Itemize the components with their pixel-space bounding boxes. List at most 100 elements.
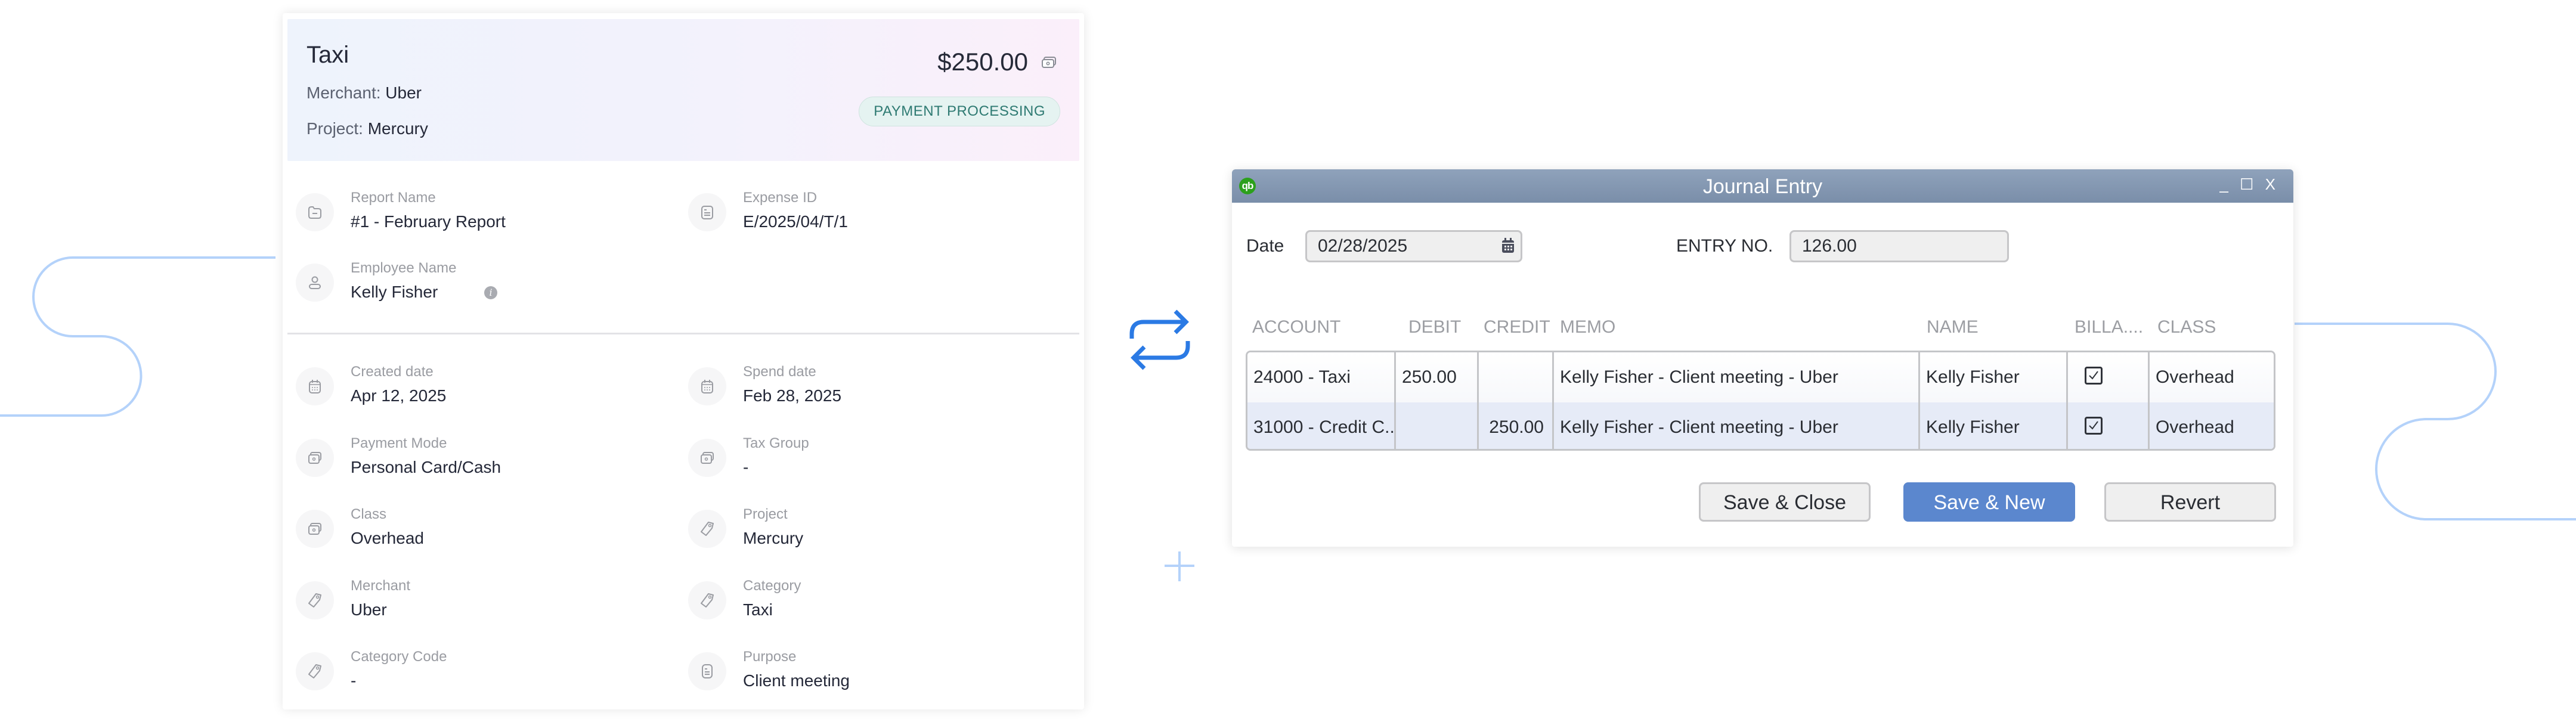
expense-detail-card: Taxi Merchant: Uber Project: Mercury $25… <box>283 13 1084 709</box>
column-header-credit: CREDIT <box>1484 317 1550 337</box>
field-label: Payment Mode <box>351 435 447 451</box>
cell-class[interactable]: Overhead <box>2150 352 2274 402</box>
window-controls: _ ☐ X <box>2219 175 2279 194</box>
maximize-button[interactable]: ☐ <box>2240 175 2257 193</box>
expense-title: Taxi <box>306 42 349 68</box>
right-decorative-curve <box>2295 323 2576 520</box>
checkmark-icon <box>2089 371 2098 380</box>
project-value: Mercury <box>367 119 428 138</box>
status-badge: PAYMENT PROCESSING <box>859 97 1060 126</box>
field-value: - <box>351 671 357 690</box>
field-label: Project <box>743 506 788 522</box>
table-row[interactable]: 24000 - Taxi 250.00 Kelly Fisher - Client … <box>1247 352 2274 402</box>
user-icon <box>309 276 321 289</box>
field-label: Merchant <box>351 577 411 594</box>
calendar-icon <box>309 380 321 393</box>
cell-credit[interactable] <box>1479 352 1552 402</box>
table-row[interactable]: 31000 - Credit C.. 250.00 Kelly Fisher - C… <box>1247 402 2274 449</box>
plus-decoration-icon <box>1165 551 1194 581</box>
field-class: Class Overhead <box>296 506 654 566</box>
wallet-icon <box>701 451 714 464</box>
date-label: Date <box>1246 236 1284 256</box>
field-purpose: Purpose Client meeting <box>688 649 1046 708</box>
field-value: Feb 28, 2025 <box>743 386 842 405</box>
billable-checkbox[interactable] <box>2085 367 2103 385</box>
cell-name[interactable]: Kelly Fisher <box>1920 402 2066 449</box>
cell-credit[interactable]: 250.00 <box>1479 402 1552 449</box>
column-header-billable: BILLA.... <box>2075 317 2144 337</box>
cash-icon <box>1042 57 1056 68</box>
field-created-date: Created date Apr 12, 2025 <box>296 364 654 423</box>
field-value: - <box>743 457 749 476</box>
field-value: Personal Card/Cash <box>351 457 501 476</box>
save-close-button[interactable]: Save & Close <box>1699 482 1871 522</box>
field-category-code: Category Code - <box>296 649 654 708</box>
wallet-icon <box>308 451 321 464</box>
wallet-icon <box>308 523 321 535</box>
entry-no-input[interactable]: 126.00 <box>1789 230 2009 262</box>
cell-account[interactable]: 31000 - Credit C.. <box>1247 402 1394 449</box>
cell-class[interactable]: Overhead <box>2150 402 2274 449</box>
sync-arrows-icon <box>1129 309 1190 370</box>
field-value: Client meeting <box>743 671 850 690</box>
section-divider <box>287 333 1079 334</box>
field-employee-name: Employee Name Kelly Fisher i <box>296 260 654 320</box>
cell-account[interactable]: 24000 - Taxi <box>1247 352 1394 402</box>
billable-checkbox[interactable] <box>2085 417 2103 435</box>
field-merchant: Merchant Uber <box>296 578 654 637</box>
tag-icon <box>308 664 321 678</box>
merchant-value: Uber <box>385 83 422 102</box>
field-label: Category Code <box>351 649 447 665</box>
field-label: Purpose <box>743 649 797 665</box>
close-button[interactable]: X <box>2265 175 2279 193</box>
column-header-debit: DEBIT <box>1408 317 1462 337</box>
tag-icon <box>701 593 714 608</box>
cell-billable[interactable] <box>2068 402 2148 449</box>
field-tax-group: Tax Group - <box>688 435 1046 495</box>
entry-no-label: ENTRY NO. <box>1676 236 1773 256</box>
field-value: Kelly Fisher <box>351 283 438 301</box>
tag-icon <box>701 522 714 536</box>
calendar-icon <box>701 380 713 393</box>
calendar-picker-icon[interactable] <box>1501 238 1515 253</box>
expense-header: Taxi Merchant: Uber Project: Mercury $25… <box>287 19 1079 161</box>
column-divider <box>1477 352 1479 449</box>
field-value: Taxi <box>743 600 773 619</box>
field-spend-date: Spend date Feb 28, 2025 <box>688 364 1046 423</box>
field-value: Mercury <box>743 529 804 547</box>
entry-no-value: 126.00 <box>1802 236 1857 256</box>
column-header-account: ACCOUNT <box>1252 317 1341 337</box>
column-header-memo: MEMO <box>1560 317 1616 337</box>
cell-memo[interactable]: Kelly Fisher - Client meeting - Uber <box>1554 402 1918 449</box>
field-value: #1 - February Report <box>351 212 506 231</box>
field-value: E/2025/04/T/1 <box>743 212 848 231</box>
cell-name[interactable]: Kelly Fisher <box>1920 352 2066 402</box>
folder-icon <box>308 206 321 219</box>
column-divider <box>1918 352 1920 449</box>
field-label: Class <box>351 506 387 522</box>
column-divider <box>1552 352 1554 449</box>
date-input[interactable]: 02/28/2025 <box>1305 230 1522 262</box>
column-divider <box>1394 352 1396 449</box>
cell-memo[interactable]: Kelly Fisher - Client meeting - Uber <box>1554 352 1918 402</box>
window-titlebar[interactable]: qb Journal Entry _ ☐ X <box>1232 169 2293 203</box>
field-value: Uber <box>351 600 387 619</box>
field-label: Report Name <box>351 190 436 206</box>
save-new-button[interactable]: Save & New <box>1903 482 2075 522</box>
field-label: Created date <box>351 364 434 380</box>
checkmark-icon <box>2089 421 2098 430</box>
field-label: Tax Group <box>743 435 809 451</box>
revert-button[interactable]: Revert <box>2104 482 2276 522</box>
minimize-button[interactable]: _ <box>2219 175 2231 193</box>
field-value: Overhead <box>351 529 424 547</box>
project-label: Project: <box>306 119 363 138</box>
cell-billable[interactable] <box>2068 352 2148 402</box>
expense-amount: $250.00 <box>937 48 1028 76</box>
field-report-name: Report Name #1 - February Report <box>296 190 654 249</box>
info-icon[interactable]: i <box>484 286 497 299</box>
document-icon <box>701 206 713 219</box>
date-value: 02/28/2025 <box>1318 236 1408 256</box>
cell-debit[interactable]: 250.00 <box>1396 352 1477 402</box>
field-value: Apr 12, 2025 <box>351 386 447 405</box>
cell-debit[interactable] <box>1396 402 1477 449</box>
